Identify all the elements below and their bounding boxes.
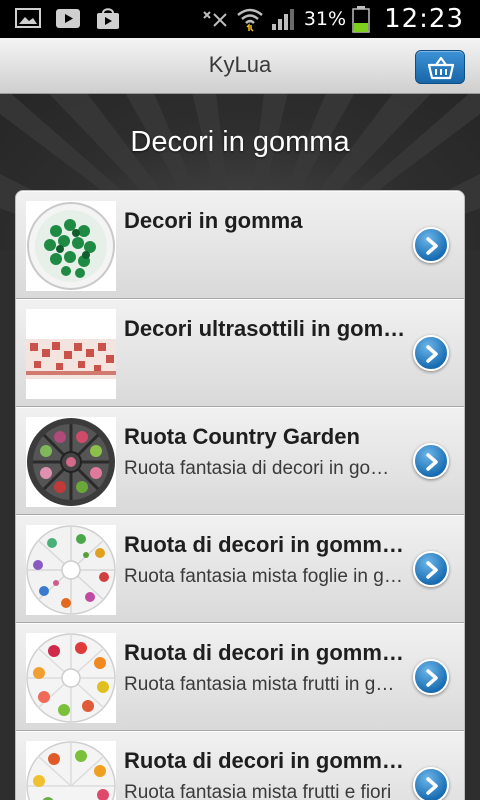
- list-item[interactable]: Decori in gomma: [16, 191, 464, 299]
- chevron-right-icon: [426, 453, 438, 471]
- item-subtitle: Ruota fantasia mista frutti in gomma: [124, 674, 404, 695]
- product-list: Decori in gomma Decori ultrasottili in g…: [15, 190, 465, 800]
- product-thumbnail: [26, 633, 116, 723]
- basket-icon: [427, 56, 455, 80]
- open-item-button[interactable]: [413, 335, 449, 371]
- cart-button[interactable]: [415, 50, 465, 84]
- product-thumbnail: [26, 201, 116, 291]
- app-title: KyLua: [208, 52, 272, 77]
- status-bar: 31% 12:23: [0, 0, 480, 38]
- app-title-bar: KyLua: [0, 38, 480, 94]
- open-item-button[interactable]: [413, 227, 449, 263]
- gallery-icon: [15, 8, 41, 28]
- item-title: Decori in gomma: [124, 208, 303, 233]
- list-item[interactable]: Ruota di decori in gomma mista Ruota fan…: [16, 731, 464, 800]
- youtube-icon: [56, 9, 80, 28]
- battery-percent: 31%: [303, 8, 347, 30]
- wifi-icon: [237, 8, 263, 32]
- item-title: Ruota di decori in gomma mista: [124, 640, 412, 665]
- signal-icon: [271, 9, 294, 30]
- chevron-right-icon: [426, 237, 438, 255]
- product-thumbnail: [26, 417, 116, 507]
- shopping-bag-icon: [97, 8, 119, 29]
- open-item-button[interactable]: [413, 767, 449, 800]
- battery-icon: [352, 6, 370, 33]
- clock: 12:23: [384, 4, 464, 34]
- category-title: Decori in gomma: [130, 126, 350, 158]
- open-item-button[interactable]: [413, 551, 449, 587]
- open-item-button[interactable]: [413, 443, 449, 479]
- list-item[interactable]: Ruota di decori in gomma mista Ruota fan…: [16, 623, 464, 731]
- item-title: Decori ultrasottili in gomma: [124, 316, 412, 341]
- chevron-right-icon: [426, 669, 438, 687]
- list-item[interactable]: Ruota di decori in gomma mista Ruota fan…: [16, 515, 464, 623]
- item-subtitle: Ruota fantasia di decori in gomma: [124, 458, 404, 479]
- open-item-button[interactable]: [413, 659, 449, 695]
- chevron-right-icon: [426, 345, 438, 363]
- item-title: Ruota Country Garden: [124, 424, 360, 449]
- mute-icon: [203, 11, 227, 27]
- list-item[interactable]: Ruota Country Garden Ruota fantasia di d…: [16, 407, 464, 515]
- item-title: Ruota di decori in gomma mista: [124, 748, 412, 773]
- product-thumbnail: [26, 309, 116, 399]
- product-thumbnail: [26, 525, 116, 615]
- item-subtitle: Ruota fantasia mista foglie in gomma: [124, 566, 404, 587]
- item-title: Ruota di decori in gomma mista: [124, 532, 412, 557]
- list-item[interactable]: Decori ultrasottili in gomma: [16, 299, 464, 407]
- chevron-right-icon: [426, 561, 438, 579]
- product-thumbnail: [26, 741, 116, 800]
- item-subtitle: Ruota fantasia mista frutti e fiori: [124, 782, 392, 800]
- chevron-right-icon: [426, 777, 438, 795]
